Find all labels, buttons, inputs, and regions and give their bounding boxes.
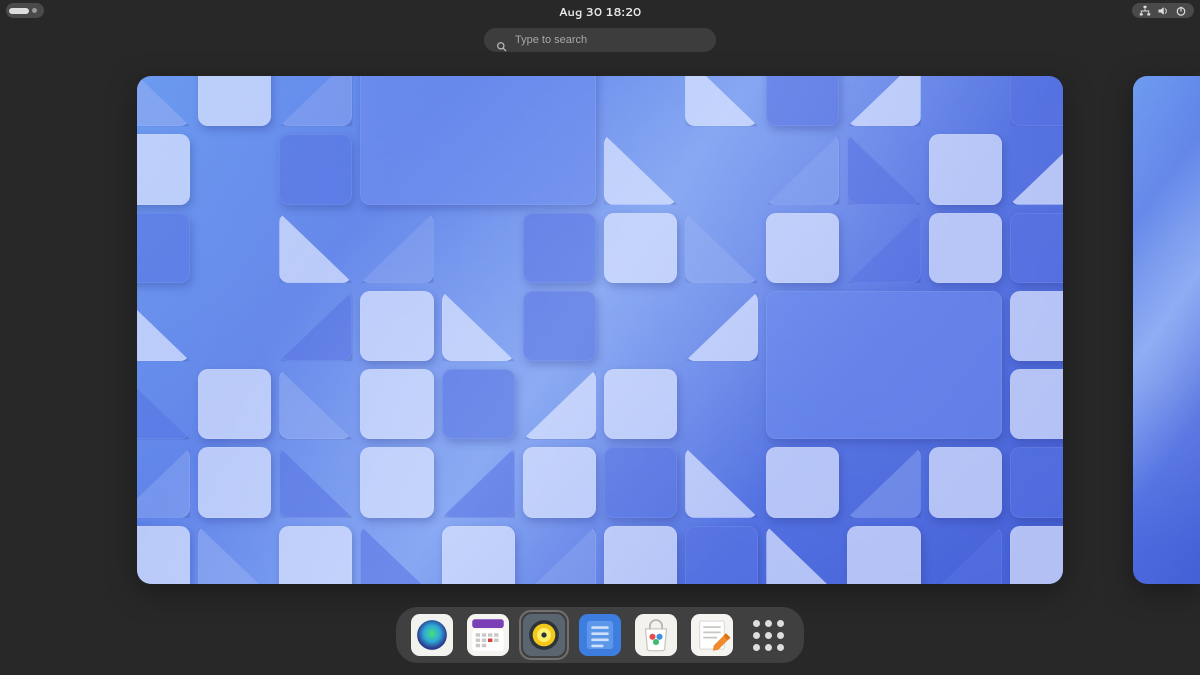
power-icon — [1175, 5, 1187, 17]
desktop-wallpaper-peek — [1133, 76, 1200, 584]
overview-search[interactable] — [484, 28, 716, 52]
app-calendar[interactable] — [466, 613, 510, 657]
system-menu[interactable] — [1132, 3, 1194, 18]
workspace-switcher — [0, 76, 1200, 584]
app-web-browser[interactable] — [410, 613, 454, 657]
dash — [396, 607, 804, 663]
search-input[interactable] — [515, 34, 704, 46]
app-software-store[interactable] — [634, 613, 678, 657]
top-panel: Aug 30 18:20 — [0, 0, 1200, 22]
search-icon — [496, 35, 507, 46]
app-text-editor[interactable] — [690, 613, 734, 657]
show-applications-button[interactable] — [746, 613, 790, 657]
workspace-next[interactable] — [1133, 76, 1200, 584]
activities-pill-icon — [6, 3, 44, 18]
app-music-player[interactable] — [522, 613, 566, 657]
volume-icon — [1157, 5, 1169, 17]
network-wired-icon — [1139, 5, 1151, 17]
desktop-wallpaper — [137, 76, 1063, 584]
app-todo[interactable] — [578, 613, 622, 657]
apps-grid-icon — [748, 615, 788, 655]
activities-button[interactable] — [6, 3, 44, 18]
clock[interactable]: Aug 30 18:20 — [559, 3, 642, 20]
workspace-current[interactable] — [137, 76, 1063, 584]
